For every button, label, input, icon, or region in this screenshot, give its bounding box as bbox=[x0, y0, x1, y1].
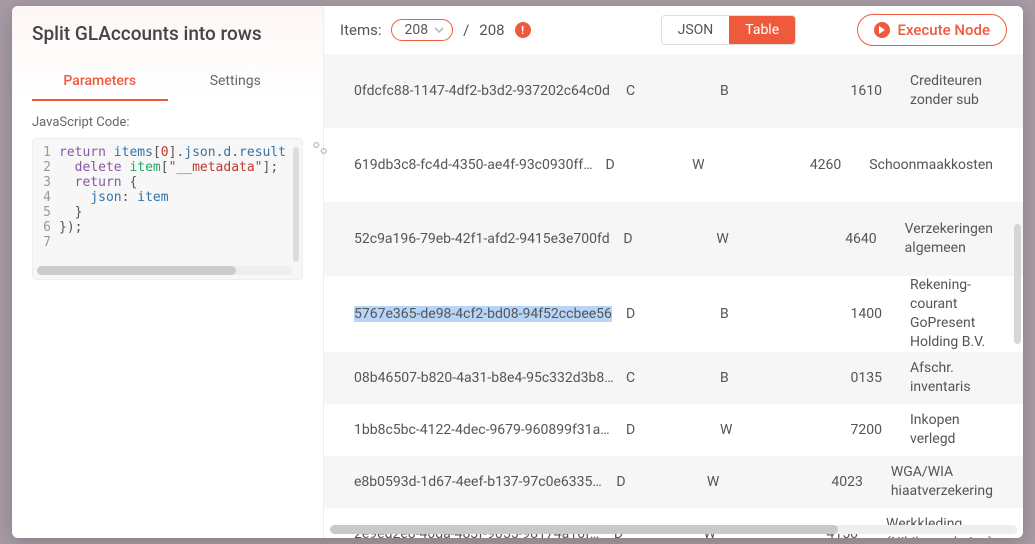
left-panel: Split GLAccounts into rows Parameters Se… bbox=[12, 6, 324, 538]
items-label: Items: bbox=[340, 21, 381, 39]
play-icon bbox=[874, 22, 890, 38]
cell-col-b: B bbox=[720, 83, 812, 99]
tab-settings[interactable]: Settings bbox=[168, 63, 304, 101]
parameters-body: JavaScript Code: 1return items[0].json.d… bbox=[12, 101, 323, 294]
view-table-button[interactable]: Table bbox=[729, 16, 795, 44]
cell-id: e8b0593d-1d67-4eef-b137-97c0e6335e5c bbox=[354, 474, 616, 490]
cell-col-d: WGA/WIA hiaatverzekering bbox=[863, 463, 993, 501]
code-editor[interactable]: 1return items[0].json.d.result2 delete i… bbox=[32, 138, 303, 280]
cell-col-b: B bbox=[720, 370, 812, 386]
execute-node-button[interactable]: Execute Node bbox=[857, 14, 1007, 46]
code-wrap: 1return items[0].json.d.result2 delete i… bbox=[32, 138, 303, 280]
cell-id: 1bb8c5bc-4122-4dec-9679-960899f31a50 bbox=[354, 422, 626, 438]
cell-col-d: Verzekeringen algemeen bbox=[877, 220, 993, 258]
cell-col-d: Afschr. inventaris bbox=[882, 359, 993, 397]
tabs: Parameters Settings bbox=[32, 63, 303, 101]
cell-col-b: W bbox=[692, 157, 777, 173]
cell-col-b: B bbox=[720, 306, 812, 322]
table-row[interactable]: 08b46507-b820-4a31-b8e4-95c332d3b8f1CB01… bbox=[324, 352, 1023, 404]
items-selector[interactable]: 208 bbox=[391, 19, 453, 41]
toolbar: Items: 208 / 208 ! JSON Table Execute No… bbox=[324, 6, 1023, 54]
right-panel: Items: 208 / 208 ! JSON Table Execute No… bbox=[324, 6, 1023, 538]
cell-col-c: 4260 bbox=[777, 157, 841, 173]
cell-col-d: Rekening-courant GoPresent Holding B.V. bbox=[882, 276, 993, 352]
tab-parameters[interactable]: Parameters bbox=[32, 63, 168, 101]
cell-col-c: 1610 bbox=[812, 83, 882, 99]
cell-col-b: W bbox=[716, 231, 807, 247]
node-title: Split GLAccounts into rows bbox=[32, 22, 303, 45]
cell-id: 08b46507-b820-4a31-b8e4-95c332d3b8f1 bbox=[354, 370, 626, 386]
execute-node-label: Execute Node bbox=[898, 21, 990, 39]
table-scrollbar-horizontal[interactable] bbox=[330, 525, 1017, 534]
table-row[interactable]: e8b0593d-1d67-4eef-b137-97c0e6335e5cDW40… bbox=[324, 456, 1023, 508]
table-body[interactable]: 0fdcfc88-1147-4df2-b3d2-937202c64c0dCB16… bbox=[324, 54, 1023, 538]
table-scrollbar-vertical[interactable] bbox=[1014, 224, 1021, 344]
table-wrap: 0fdcfc88-1147-4df2-b3d2-937202c64c0dCB16… bbox=[324, 54, 1023, 538]
cell-col-b: W bbox=[707, 474, 796, 490]
cell-col-c: 4023 bbox=[795, 474, 862, 490]
code-label: JavaScript Code: bbox=[32, 115, 303, 130]
cell-id: 5767e365-de98-4cf2-bd08-94f52ccbee56 bbox=[354, 306, 626, 322]
view-json-button[interactable]: JSON bbox=[662, 16, 730, 44]
cell-id: 52c9a196-79eb-42f1-afd2-9415e3e700fd bbox=[354, 231, 623, 247]
view-toggle: JSON Table bbox=[661, 15, 797, 45]
cell-col-a: D bbox=[616, 474, 707, 490]
cell-col-c: 0135 bbox=[812, 370, 882, 386]
title-area: Split GLAccounts into rows Parameters Se… bbox=[12, 6, 323, 101]
cell-col-a: C bbox=[626, 370, 720, 386]
table-row[interactable]: 619db3c8-fc4d-4350-ae4f-93c0930ff74dDW42… bbox=[324, 128, 1023, 202]
warning-icon[interactable]: ! bbox=[515, 22, 531, 38]
items-separator: / bbox=[463, 21, 469, 39]
cell-col-a: D bbox=[626, 306, 720, 322]
items-total: 208 bbox=[479, 21, 504, 39]
table-row[interactable]: 5767e365-de98-4cf2-bd08-94f52ccbee56DB14… bbox=[324, 276, 1023, 352]
cell-col-d: Inkopen verlegd bbox=[882, 411, 993, 449]
cell-id: 0fdcfc88-1147-4df2-b3d2-937202c64c0d bbox=[354, 83, 626, 99]
chevron-down-icon bbox=[434, 27, 444, 33]
cell-col-c: 1400 bbox=[812, 306, 882, 322]
code-scrollbar-horizontal[interactable] bbox=[37, 266, 292, 275]
node-editor-modal: Split GLAccounts into rows Parameters Se… bbox=[12, 6, 1023, 538]
cell-col-a: D bbox=[626, 422, 720, 438]
cell-col-c: 4640 bbox=[807, 231, 876, 247]
cell-id: 619db3c8-fc4d-4350-ae4f-93c0930ff74d bbox=[354, 157, 605, 173]
table-row[interactable]: 1bb8c5bc-4122-4dec-9679-960899f31a50DW72… bbox=[324, 404, 1023, 456]
table-row[interactable]: 0fdcfc88-1147-4df2-b3d2-937202c64c0dCB16… bbox=[324, 54, 1023, 128]
items-current: 208 bbox=[404, 22, 428, 38]
code-scrollbar-vertical[interactable] bbox=[293, 147, 299, 262]
cell-col-a: C bbox=[626, 83, 720, 99]
cell-col-b: W bbox=[720, 422, 812, 438]
cell-col-a: D bbox=[605, 157, 692, 173]
cell-col-a: D bbox=[623, 231, 716, 247]
table-row[interactable]: 52c9a196-79eb-42f1-afd2-9415e3e700fdDW46… bbox=[324, 202, 1023, 276]
cell-col-c: 7200 bbox=[812, 422, 882, 438]
cell-col-d: Crediteuren zonder sub bbox=[882, 72, 993, 110]
cell-col-d: Schoonmaakkosten bbox=[841, 156, 993, 175]
